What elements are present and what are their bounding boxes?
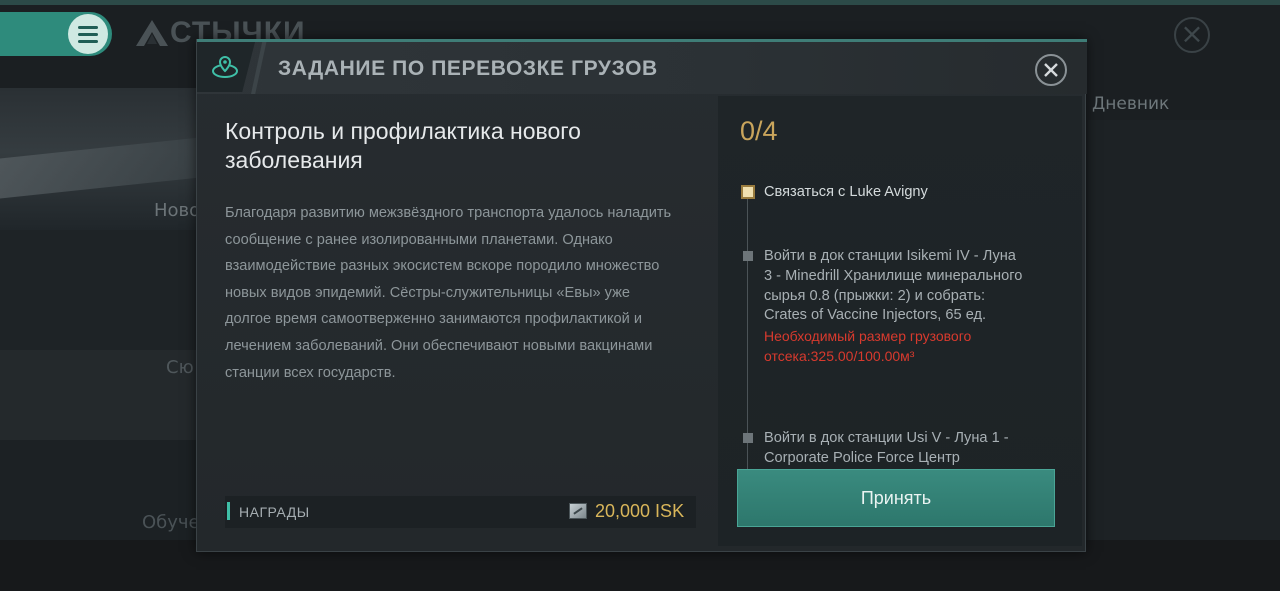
rewards-accent [227,502,230,520]
background-item-label: Обуче [142,512,200,533]
accept-button[interactable]: Принять [737,469,1055,527]
objective-text: Связаться с Luke Avigny [764,184,928,200]
objective-warning: Необходимый размер грузового отсека:325.… [764,328,972,365]
background-item-label: Ново [154,200,201,221]
objective-marker-icon [743,251,753,261]
tab-journal[interactable]: Дневник [1092,94,1169,114]
main-menu-button[interactable] [0,12,112,56]
objective-text: Войти в док станции Usi V - Луна 1 - Cor… [764,430,1009,466]
map-location-icon [212,55,238,78]
mission-description: Благодаря развитию межзвёздного транспор… [225,205,672,381]
rewards-bar: НАГРАДЫ 20,000 ISK [225,496,696,528]
background-right-panel [1088,120,1280,540]
header-divider [251,42,267,94]
objective-text: Войти в док станции Isikemi IV - Луна 3 … [764,248,1023,324]
skirmish-logo-icon [136,20,168,46]
mission-title: Контроль и профилактика нового заболеван… [225,118,581,173]
objective-active-marker-icon [743,187,753,197]
rewards-label: НАГРАДЫ [239,504,310,520]
isk-icon [569,503,587,519]
background-band [0,230,200,350]
dialog-header: ЗАДАНИЕ ПО ПЕРЕВОЗКЕ ГРУЗОВ [197,42,1087,94]
objectives-progress: 0/4 [740,116,778,146]
close-button[interactable] [1035,54,1067,86]
rewards-value: 20,000 ISK [595,501,685,521]
background-item-label: Сю [166,357,194,378]
hamburger-icon [68,14,108,54]
objectives-track-line [747,194,748,514]
dialog-header-icon-box [197,42,255,92]
close-icon [1044,63,1058,77]
background-close-icon[interactable]: × [1174,17,1210,53]
objective-marker-icon [743,433,753,443]
dialog-title: ЗАДАНИЕ ПО ПЕРЕВОЗКЕ ГРУЗОВ [278,57,658,80]
objective-text-block: Войти в док станции Isikemi IV - Луна 3 … [764,247,1026,366]
top-accent-line [0,0,1280,5]
mission-dialog: ЗАДАНИЕ ПО ПЕРЕВОЗКЕ ГРУЗОВ Контроль и п… [196,39,1087,552]
